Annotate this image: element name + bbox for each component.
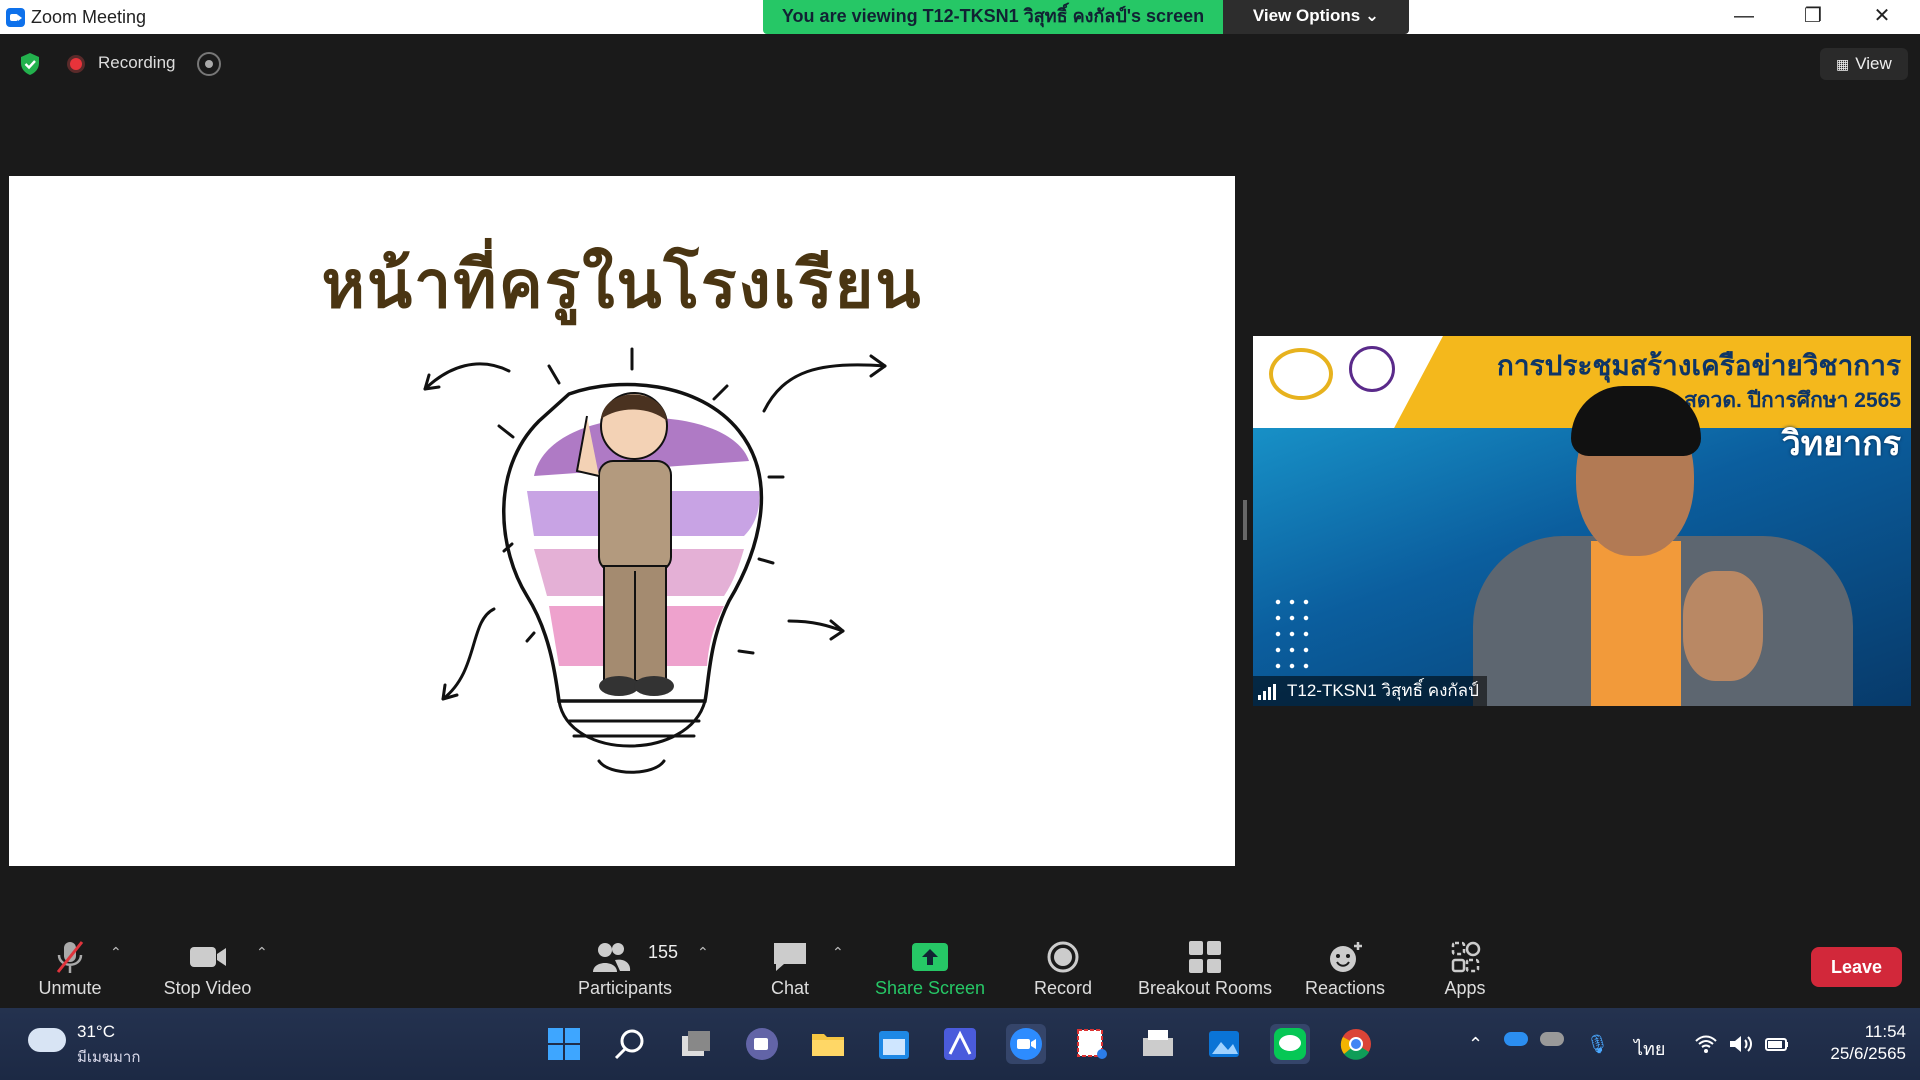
windows-start-icon[interactable] (544, 1024, 584, 1064)
window-titlebar: Zoom Meeting You are viewing T12-TKSN1 ว… (0, 0, 1920, 34)
taskbar-clock-time[interactable]: 11:54 (1850, 1022, 1906, 1042)
record-label: Record (1033, 978, 1093, 998)
slide-title: หน้าที่ครูในโรงเรียน (321, 245, 923, 323)
microphone-icon[interactable]: 🎙 (1586, 1034, 1609, 1055)
shield-icon[interactable] (18, 52, 42, 76)
breakout-rooms-label: Breakout Rooms (1137, 978, 1273, 998)
unmute-button[interactable]: Unmute (20, 910, 120, 1008)
weather-temperature[interactable]: 31°C (77, 1022, 115, 1042)
emblem-icon (1349, 346, 1395, 392)
chat-chevron-icon[interactable]: ⌃ (832, 944, 844, 961)
participants-count: 155 (648, 942, 679, 962)
line-messenger-icon[interactable] (1270, 1024, 1310, 1064)
mic-muted-icon (56, 941, 84, 973)
apps-button[interactable]: Apps (1415, 910, 1515, 1008)
cloud-icon[interactable] (28, 1028, 66, 1052)
shared-screen: หน้าที่ครูในโรงเรียน (9, 176, 1235, 866)
video-header-line1: การประชุมสร้างเครือข่ายวิชาการ (1496, 350, 1901, 381)
recording-options-icon[interactable] (197, 52, 221, 76)
breakout-rooms-button[interactable]: Breakout Rooms (1130, 910, 1280, 1008)
close-button[interactable]: ✕ (1853, 0, 1911, 34)
participant-video-tile[interactable]: การประชุมสร้างเครือข่ายวิชาการ สดวด. ปีก… (1253, 336, 1911, 706)
participants-button[interactable]: 155 Participants (570, 910, 680, 1008)
grid-view-icon: ▦ (1836, 56, 1850, 72)
calendar-icon[interactable] (874, 1024, 914, 1064)
share-screen-button[interactable]: Share Screen (870, 910, 990, 1008)
taskbar-clock-date[interactable]: 25/6/2565 (1810, 1044, 1906, 1064)
task-view-icon[interactable] (676, 1024, 716, 1064)
breakout-rooms-icon (1189, 941, 1221, 973)
onedrive-icon[interactable] (1504, 1032, 1528, 1046)
apps-icon (1451, 941, 1481, 973)
video-camera-icon (189, 947, 226, 967)
signal-bars-icon (1258, 684, 1276, 700)
photos-icon[interactable] (1204, 1024, 1244, 1064)
teams-chat-icon[interactable] (742, 1024, 782, 1064)
reactions-button[interactable]: Reactions (1295, 910, 1395, 1008)
view-button[interactable]: ▦ View (1820, 48, 1908, 80)
share-screen-icon (912, 943, 948, 971)
participants-chevron-icon[interactable]: ⌃ (697, 944, 709, 961)
zoom-taskbar-icon[interactable] (1006, 1024, 1046, 1064)
participants-icon (593, 943, 631, 972)
record-button[interactable]: Record (1013, 910, 1113, 1008)
wifi-icon[interactable] (1694, 1034, 1718, 1059)
view-label: View (1855, 54, 1892, 73)
record-icon (1047, 941, 1079, 973)
language-indicator[interactable]: ไทย (1634, 1034, 1665, 1063)
window-title: Zoom Meeting (31, 7, 147, 27)
viewing-screen-banner: You are viewing T12-TKSN1 วิสุทธิ์ คงกัล… (763, 0, 1223, 34)
recording-dot-icon (70, 58, 82, 70)
leave-button[interactable]: Leave (1811, 947, 1902, 987)
snipping-tool-icon[interactable] (1072, 1024, 1112, 1064)
speaker-hand (1683, 571, 1763, 681)
stop-video-button[interactable]: Stop Video (150, 910, 265, 1008)
logo-icon (1269, 348, 1333, 400)
video-options-chevron-icon[interactable]: ⌃ (256, 944, 268, 961)
cloud-sync-error-icon[interactable] (1540, 1032, 1564, 1046)
recording-indicator[interactable]: Recording (62, 50, 182, 78)
meeting-toolbar: Unmute ⌃ Stop Video ⌃ 155 Participants ⌃… (0, 910, 1920, 1008)
smiley-plus-icon (1330, 942, 1362, 972)
audio-options-chevron-icon[interactable]: ⌃ (110, 944, 122, 961)
scanner-icon[interactable] (1138, 1024, 1178, 1064)
share-screen-label: Share Screen (874, 978, 986, 998)
chat-bubble-icon (774, 943, 806, 971)
reactions-label: Reactions (1304, 978, 1386, 998)
view-options-button[interactable]: View Options ⌄ (1223, 0, 1409, 34)
chrome-browser-icon[interactable] (1336, 1024, 1376, 1064)
recording-label: Recording (98, 53, 176, 72)
search-icon[interactable] (610, 1024, 650, 1064)
chat-button[interactable]: Chat (740, 910, 840, 1008)
weather-description[interactable]: มีเมฆมาก (77, 1045, 140, 1069)
chevron-up-icon[interactable]: ⌃ (1468, 1034, 1483, 1055)
participant-name: T12-TKSN1 วิสุทธิ์ คงกัลป์ (1287, 681, 1479, 700)
lightbulb-teacher-illustration (423, 347, 887, 774)
minimize-button[interactable]: — (1715, 0, 1773, 34)
unmute-label: Unmute (38, 978, 102, 998)
chat-label: Chat (770, 978, 810, 998)
file-explorer-icon[interactable] (808, 1024, 848, 1064)
sketch-app-icon[interactable] (940, 1024, 980, 1064)
windows-taskbar: 31°C มีเมฆมาก ⌃ 🎙 ไทย 11:54 25/6/2565 (0, 1008, 1920, 1080)
video-header-line3: วิทยากร (1781, 425, 1901, 463)
participants-label: Participants (577, 978, 673, 998)
battery-icon[interactable] (1764, 1034, 1790, 1059)
apps-label: Apps (1444, 978, 1486, 998)
video-header-line2: สดวด. ปีการศึกษา 2565 (1684, 389, 1901, 412)
stop-video-label: Stop Video (163, 978, 252, 998)
maximize-button[interactable]: ❐ (1784, 0, 1842, 34)
speaker-shirt (1591, 541, 1681, 706)
zoom-app-icon (6, 8, 25, 27)
speaker-volume-icon[interactable] (1728, 1034, 1754, 1059)
decorative-dots (1271, 594, 1315, 670)
participant-name-label: T12-TKSN1 วิสุทธิ์ คงกัลป์ (1253, 676, 1487, 706)
splitter-handle[interactable] (1243, 500, 1247, 540)
